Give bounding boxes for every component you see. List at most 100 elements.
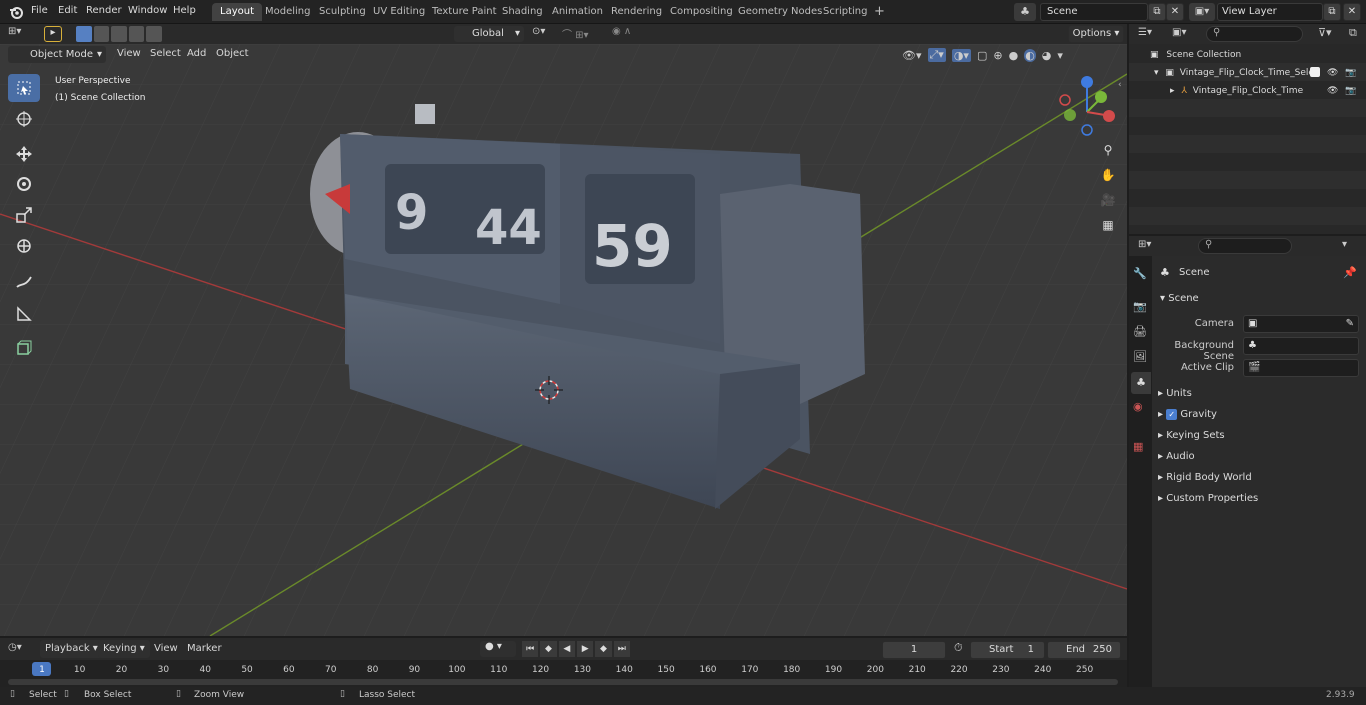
snap-icon[interactable]: ⌒ ⊞▾ — [562, 26, 606, 42]
object-mode-dropdown[interactable]: Object Mode ▾ — [8, 46, 106, 63]
menu-object[interactable]: Object — [211, 45, 254, 63]
end-frame-field[interactable]: End 250 — [1047, 641, 1121, 659]
pin-icon[interactable]: 📌 — [1343, 266, 1357, 279]
cursor-tool-icon[interactable] — [8, 105, 40, 133]
menu-keying[interactable]: Keying ▾ — [98, 640, 150, 658]
stopwatch-icon[interactable]: ⏱ — [954, 641, 963, 655]
camera-icon[interactable]: 📷 — [1345, 65, 1356, 81]
keying-sets-panel-header[interactable]: ▸ Keying Sets — [1158, 427, 1358, 445]
jump-start-icon[interactable]: ⏮ — [522, 641, 539, 657]
outliner-search-input[interactable]: ⚲ — [1206, 26, 1303, 42]
current-frame-field[interactable]: 1 — [882, 641, 946, 659]
tab-rendering[interactable]: Rendering — [603, 3, 670, 21]
outliner-item[interactable]: ▸ ⅄ Vintage_Flip_Clock_Time 👁 📷 — [1170, 83, 1366, 99]
select-new-icon[interactable] — [76, 26, 92, 42]
add-cube-tool-icon[interactable] — [8, 334, 40, 362]
camera-view-icon[interactable]: 🎥 — [1098, 193, 1118, 213]
tab-view-layer-icon[interactable]: 🖼 — [1133, 350, 1147, 363]
scale-tool-icon[interactable] — [8, 201, 40, 229]
tab-world-icon[interactable]: ◉ — [1133, 400, 1143, 413]
overlay-icon[interactable]: ◑▾ — [951, 48, 971, 62]
menu-render[interactable]: Render — [86, 0, 122, 22]
scene-copy-icon[interactable]: ⧉ — [1148, 3, 1166, 21]
scene-panel-header[interactable]: ▾ Scene — [1152, 290, 1366, 308]
proportional-edit-icon[interactable]: ◉ ∧ — [612, 26, 656, 42]
chevron-down-icon[interactable]: ▾ — [1057, 49, 1063, 62]
select-box-tool-icon[interactable] — [8, 74, 40, 102]
select-tool-icon[interactable]: ▸ — [44, 26, 62, 42]
gravity-checkbox[interactable]: ✓ — [1166, 409, 1178, 420]
tab-shading[interactable]: Shading — [494, 3, 551, 21]
view-layer-copy-icon[interactable]: ⧉ — [1323, 3, 1341, 21]
gizmo-y-icon[interactable] — [1095, 91, 1107, 103]
jump-keyframe-back-icon[interactable]: ◆ — [540, 641, 557, 657]
select-intersect-icon[interactable] — [146, 26, 162, 42]
tab-render-icon[interactable]: 📷 — [1133, 300, 1147, 313]
view-layer-field[interactable]: View Layer — [1217, 3, 1323, 21]
viewport-shading-icons[interactable]: 👁▾ ⤢▾ ◑▾ ▢ ⊕ ● ◐ ◕ ▾ — [902, 47, 1124, 63]
units-panel-header[interactable]: ▸ Units — [1158, 385, 1358, 403]
tab-output-icon[interactable]: 🖨 — [1133, 325, 1147, 338]
custom-properties-panel-header[interactable]: ▸ Custom Properties — [1158, 490, 1358, 508]
start-frame-field[interactable]: Start 1 — [970, 641, 1045, 659]
tab-scene-icon[interactable]: ♣ — [1131, 372, 1151, 394]
select-subtract-icon[interactable] — [111, 26, 127, 42]
tab-uv-editing[interactable]: UV Editing — [365, 3, 433, 21]
scene-name-field[interactable]: Scene — [1040, 3, 1148, 21]
perspective-toggle-icon[interactable]: ▦ — [1098, 218, 1118, 238]
blender-logo-icon[interactable] — [8, 4, 24, 20]
active-clip-field[interactable]: 🎬 — [1243, 359, 1359, 377]
menu-edit[interactable]: Edit — [58, 0, 77, 22]
scene-collection-row[interactable]: ▣ Scene Collection — [1150, 47, 1241, 63]
scene-close-icon[interactable]: ✕ — [1166, 3, 1184, 21]
properties-search-input[interactable]: ⚲ — [1198, 238, 1292, 254]
play-icon[interactable]: ▶ — [576, 641, 594, 657]
outliner-display-icon[interactable]: ▣▾ — [1172, 27, 1186, 38]
tab-texture-icon[interactable]: ▦ — [1133, 440, 1143, 453]
eyedropper-icon[interactable]: ✎ — [1346, 316, 1354, 332]
zoom-view-icon[interactable]: ⚲ — [1098, 143, 1118, 163]
view-layer-close-icon[interactable]: ✕ — [1343, 3, 1361, 21]
gizmo-x-icon[interactable] — [1103, 110, 1115, 122]
properties-options-icon[interactable]: ▾ — [1342, 239, 1347, 250]
gravity-panel-header[interactable]: ▸ ✓ Gravity — [1158, 406, 1358, 424]
menu-window[interactable]: Window — [128, 0, 167, 22]
shading-solid-icon[interactable]: ● — [1009, 49, 1019, 62]
pan-view-icon[interactable]: ✋ — [1098, 168, 1118, 188]
tab-animation[interactable]: Animation — [544, 3, 611, 21]
tab-texture-paint[interactable]: Texture Paint — [424, 3, 505, 21]
select-invert-icon[interactable] — [128, 26, 145, 42]
camera-icon[interactable]: 📷 — [1345, 83, 1356, 99]
properties-editor-icon[interactable]: ⊞▾ — [1138, 239, 1151, 250]
expand-down-icon[interactable]: ▾ — [1154, 68, 1159, 78]
tab-compositing[interactable]: Compositing — [662, 3, 741, 21]
annotate-tool-icon[interactable] — [8, 268, 40, 296]
visibility-icon[interactable]: 👁▾ — [902, 49, 922, 62]
exclude-checkbox[interactable] — [1310, 67, 1320, 77]
xray-icon[interactable]: ▢ — [977, 49, 987, 62]
camera-field[interactable]: ▣ ✎ — [1243, 315, 1359, 333]
background-scene-field[interactable]: ♣ — [1243, 337, 1359, 355]
menu-select[interactable]: Select — [145, 45, 186, 63]
gizmo-icon[interactable]: ⤢▾ — [927, 48, 946, 62]
shading-rendered-icon[interactable]: ◕ — [1042, 49, 1052, 62]
tab-layout[interactable]: Layout — [212, 3, 262, 21]
playback-controls[interactable]: ⏮ ◆ ◀ ▶ ◆ ⏭ — [522, 641, 630, 657]
rigid-body-panel-header[interactable]: ▸ Rigid Body World — [1158, 469, 1358, 487]
menu-help[interactable]: Help — [173, 0, 196, 22]
sidebar-toggle-icon[interactable]: ‹ — [1118, 80, 1126, 92]
eye-icon[interactable]: 👁 — [1327, 83, 1338, 99]
add-workspace-button[interactable]: + — [866, 3, 893, 21]
menu-timeline-view[interactable]: View — [149, 640, 183, 658]
record-button[interactable]: ● ▾ — [480, 641, 516, 657]
3d-viewport[interactable]: 9 44 59 — [0, 44, 1127, 636]
play-reverse-icon[interactable]: ◀ — [558, 641, 575, 657]
selection-mode-icons[interactable] — [76, 26, 162, 42]
menu-playback[interactable]: Playback ▾ — [40, 640, 103, 658]
expand-right-icon[interactable]: ▸ — [1170, 86, 1175, 96]
outliner-editor-icon[interactable]: ☰▾ — [1138, 27, 1152, 38]
menu-file[interactable]: File — [31, 0, 48, 22]
select-extend-icon[interactable] — [93, 26, 110, 42]
shading-wireframe-icon[interactable]: ⊕ — [993, 49, 1002, 62]
scene-icon[interactable]: ♣ — [1014, 3, 1036, 21]
